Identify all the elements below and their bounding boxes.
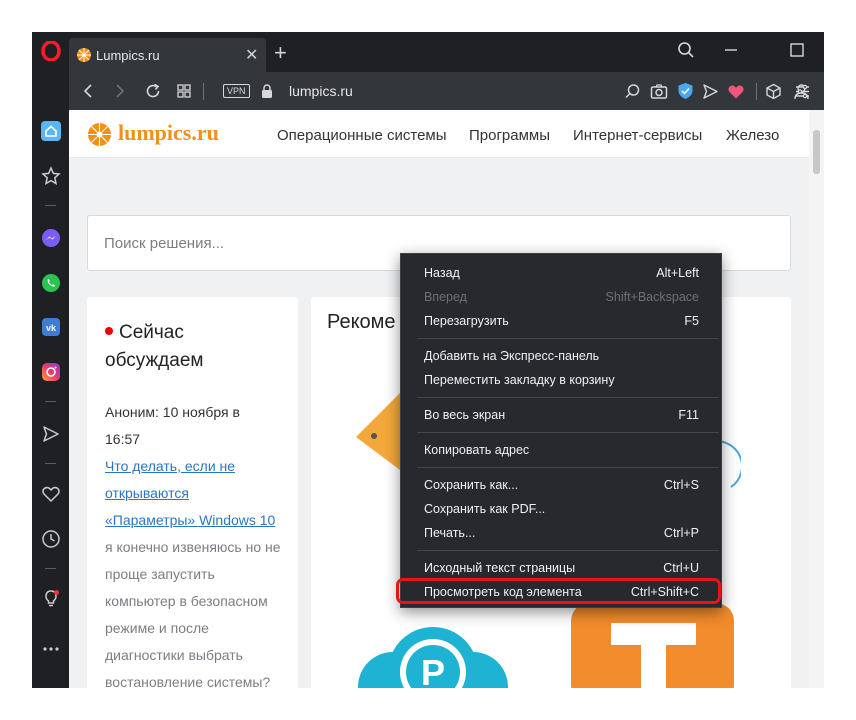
easy-setup-icon[interactable] xyxy=(794,83,811,100)
heart-icon[interactable] xyxy=(38,481,63,506)
comment-author: Аноним: 10 ноября в xyxy=(105,404,240,420)
opera-logo-icon[interactable] xyxy=(38,38,63,63)
bookmark-star-icon[interactable] xyxy=(38,163,63,188)
menu-separator xyxy=(417,467,719,468)
new-tab-button[interactable]: + xyxy=(274,40,287,66)
nav-link-internet-services[interactable]: Интернет-сервисы xyxy=(573,127,702,144)
tab-close-icon[interactable]: ✕ xyxy=(245,45,258,65)
discussion-body: Аноним: 10 ноября в 16:57 Что делать, ес… xyxy=(105,399,290,688)
tab-title: Lumpics.ru xyxy=(96,48,160,63)
vk-icon[interactable]: vk xyxy=(38,314,63,339)
article-image-t-icon[interactable] xyxy=(571,603,736,688)
highlight-outline xyxy=(396,578,721,604)
lightbulb-icon[interactable] xyxy=(38,586,63,611)
article-link[interactable]: Что делать, если не xyxy=(105,453,290,480)
tab-lumpics[interactable]: Lumpics.ru ✕ xyxy=(69,38,266,72)
send-arrow-icon[interactable] xyxy=(702,83,719,100)
nav-link-hardware[interactable]: Железо xyxy=(726,127,779,144)
scrollbar-thumb[interactable] xyxy=(813,130,820,174)
site-search-input[interactable] xyxy=(102,234,702,253)
tab-bar: Lumpics.ru ✕ + xyxy=(69,32,824,72)
page-scrollbar[interactable] xyxy=(809,110,824,688)
comment-text: востановление системы? xyxy=(105,674,271,688)
menu-item-save-as[interactable]: Сохранить как... Ctrl+S xyxy=(401,473,721,497)
more-icon[interactable] xyxy=(38,636,63,661)
article-link[interactable]: «Параметры» Windows 10 xyxy=(105,507,290,534)
whatsapp-icon[interactable] xyxy=(38,270,63,295)
forward-icon[interactable] xyxy=(112,83,128,99)
menu-separator xyxy=(417,397,719,398)
article-link[interactable]: открываются xyxy=(105,480,290,507)
maximize-icon[interactable] xyxy=(789,42,805,58)
address-bar: VPN lumpics.ru xyxy=(69,72,824,110)
article-image-p-cloud-icon[interactable]: P xyxy=(353,627,518,688)
recommended-heading: Рекоме xyxy=(327,311,396,333)
menu-item-view-source[interactable]: Исходный текст страницы Ctrl+U xyxy=(401,556,721,580)
sidebar-separator xyxy=(45,205,56,206)
shield-icon[interactable] xyxy=(677,82,694,100)
menu-item-move-bookmark-trash[interactable]: Переместить закладку в корзину xyxy=(401,368,721,392)
extensions-cube-icon[interactable] xyxy=(765,83,782,100)
menu-separator xyxy=(417,432,719,433)
page-search-icon[interactable] xyxy=(624,83,641,100)
history-clock-icon[interactable] xyxy=(38,526,63,551)
sidebar-separator xyxy=(45,463,56,464)
menu-item-copy-address[interactable]: Копировать адрес xyxy=(401,438,721,462)
back-icon[interactable] xyxy=(80,83,96,99)
nav-link-os[interactable]: Операционные системы xyxy=(277,127,447,144)
comment-text: проще запустить xyxy=(105,566,215,582)
discussion-card: Сейчас обсуждаем Аноним: 10 ноября в 16:… xyxy=(87,297,298,688)
site-header: lumpics.ru Операционные системы Программ… xyxy=(69,110,809,158)
svg-text:P: P xyxy=(421,652,445,688)
site-logo-icon[interactable] xyxy=(87,122,112,147)
menu-item-add-speed-dial[interactable]: Добавить на Экспресс-панель xyxy=(401,344,721,368)
comment-text: диагностики выбрать xyxy=(105,647,243,663)
tabs-grid-icon[interactable] xyxy=(176,83,192,99)
messenger-icon[interactable] xyxy=(38,225,63,250)
minimize-icon[interactable] xyxy=(723,42,739,58)
toolbar-divider xyxy=(203,83,204,100)
sidebar-separator xyxy=(45,401,56,402)
search-tabs-icon[interactable] xyxy=(677,41,695,59)
menu-item-forward: Вперед Shift+Backspace xyxy=(424,290,699,304)
menu-separator xyxy=(417,338,719,339)
menu-item-back[interactable]: Назад Alt+Left xyxy=(401,261,721,285)
menu-item-print[interactable]: Печать... Ctrl+P xyxy=(401,521,721,545)
context-menu: Назад Alt+Left Вперед Shift+Backspace Пере… xyxy=(400,253,722,608)
site-favicon-icon xyxy=(77,48,91,62)
comment-text: режиме и после xyxy=(105,620,209,636)
live-dot-icon xyxy=(105,326,113,335)
reload-icon[interactable] xyxy=(145,83,161,99)
url-text[interactable]: lumpics.ru xyxy=(289,83,353,99)
vpn-badge[interactable]: VPN xyxy=(223,84,250,98)
menu-item-save-pdf[interactable]: Сохранить как PDF... xyxy=(401,497,721,521)
site-logo-text[interactable]: lumpics.ru xyxy=(118,120,219,146)
nav-link-programs[interactable]: Программы xyxy=(469,127,550,144)
sidebar-separator xyxy=(45,568,56,569)
lock-icon[interactable] xyxy=(260,83,274,99)
comment-text: я конечно извеняюсь но не xyxy=(105,539,281,555)
menu-separator xyxy=(417,550,719,551)
heart-filled-icon[interactable] xyxy=(727,83,745,100)
comment-time: 16:57 xyxy=(105,431,141,447)
comment-text: компьютер в безопасном xyxy=(105,593,268,609)
sidebar: vk xyxy=(32,32,69,688)
menu-item-fullscreen[interactable]: Во весь экран F11 xyxy=(401,403,721,427)
snapshot-camera-icon[interactable] xyxy=(650,83,668,100)
svg-text:vk: vk xyxy=(45,323,56,333)
discussion-title: Сейчас обсуждаем xyxy=(105,322,204,371)
send-icon[interactable] xyxy=(38,421,63,446)
home-icon[interactable] xyxy=(38,118,63,143)
menu-item-reload[interactable]: Перезагрузить F5 xyxy=(401,309,721,333)
toolbar-divider xyxy=(756,83,757,100)
instagram-icon[interactable] xyxy=(38,359,63,384)
